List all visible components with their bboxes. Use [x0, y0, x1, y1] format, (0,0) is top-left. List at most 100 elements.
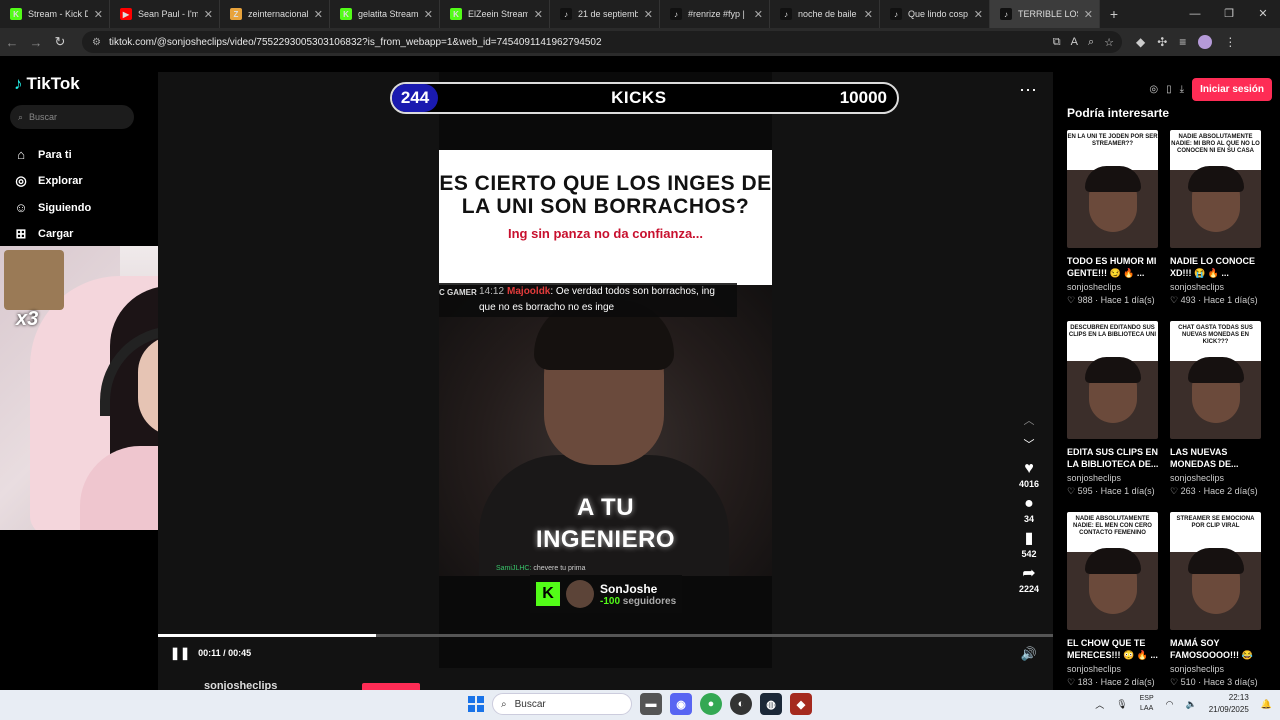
nav-item[interactable]: ☺ Siguiendo — [14, 200, 91, 215]
video-thumbnail[interactable]: NADIE ABSOLUTAMENTE NADIE: EL MEN CON CE… — [1067, 512, 1158, 630]
new-tab-button[interactable]: + — [1100, 6, 1128, 22]
back-icon[interactable]: ← — [0, 35, 24, 50]
browser-tab[interactable]: Kgelatita Stream - Kick ✕ — [330, 0, 440, 28]
recommended-video-card[interactable]: STREAMER SE EMOCIONA POR CLIP VIRAL MAMÁ … — [1170, 512, 1262, 688]
windows-start-icon[interactable] — [468, 696, 484, 712]
nav-item[interactable]: ◎ Explorar — [14, 173, 82, 189]
puzzle-icon[interactable]: ✣ — [1157, 35, 1167, 49]
steam-icon[interactable]: ◍ — [760, 693, 782, 715]
card-username[interactable]: sonjosheclips — [1067, 282, 1159, 292]
card-username[interactable]: sonjosheclips — [1067, 664, 1159, 674]
card-username[interactable]: sonjosheclips — [1067, 473, 1159, 483]
language-indicator[interactable]: ESP LAA — [1140, 694, 1154, 714]
chevron-up-icon[interactable]: ︿ — [1024, 412, 1035, 428]
zoom-icon[interactable]: ⌕ — [1088, 36, 1094, 49]
obs-icon[interactable]: ◐ — [730, 693, 752, 715]
tiktok-logo[interactable]: ♪ TikTok — [14, 74, 80, 94]
wifi-icon[interactable]: ◠ — [1166, 699, 1174, 710]
card-title[interactable]: MAMÁ SOY FAMOSOOOO!!! 😂 ... — [1170, 637, 1262, 661]
close-window-icon[interactable]: ✕ — [1246, 0, 1280, 28]
download-icon[interactable]: ⤓ — [1180, 84, 1184, 95]
share-button[interactable]: ➦ 2224 — [1019, 565, 1039, 594]
tab-close-icon[interactable]: ✕ — [94, 8, 103, 21]
taskbar-search[interactable]: ⌕ Buscar — [492, 693, 632, 715]
chrome-icon[interactable]: ● — [700, 693, 722, 715]
progress-bar[interactable] — [158, 634, 1053, 637]
video-thumbnail[interactable]: NADIE ABSOLUTAMENTE NADIE: MI BRO AL QUE… — [1170, 130, 1261, 248]
browser-tab[interactable]: ♪ noche de baile 💃 ✕ — [770, 0, 880, 28]
card-username[interactable]: sonjosheclips — [1170, 282, 1262, 292]
menu-dots-icon[interactable]: ⋮ — [1224, 35, 1236, 49]
nav-item[interactable]: ⊞ Cargar — [14, 226, 74, 242]
card-title[interactable]: EDITA SUS CLIPS EN LA BIBLIOTECA DE... — [1067, 446, 1159, 470]
speaker-icon[interactable]: 🔈 — [1186, 699, 1197, 710]
browser-tab[interactable]: ▶ Sean Paul - I'm Still ✕ — [110, 0, 220, 28]
bookmark-star-icon[interactable]: ☆ — [1104, 36, 1114, 49]
browser-tab[interactable]: Zzeinternacional | Ki ✕ — [220, 0, 330, 28]
card-username[interactable]: sonjosheclips — [1170, 664, 1262, 674]
comment-button[interactable]: ● 34 — [1024, 495, 1034, 524]
microphone-icon[interactable]: 🎙 — [1116, 699, 1127, 710]
recommended-video-card[interactable]: NADIE ABSOLUTAMENTE NADIE: EL MEN CON CE… — [1067, 512, 1159, 688]
card-likes: 493 — [1180, 295, 1196, 305]
translate-icon[interactable]: A — [1071, 36, 1078, 49]
card-title[interactable]: NADIE LO CONOCE XD!!! 😭 🔥 ... — [1170, 255, 1262, 279]
video-player[interactable]: 244 KICKS 10000 ⋯ ES CIERTO QUE LOS INGE… — [158, 72, 1053, 693]
tab-close-icon[interactable]: ✕ — [864, 8, 873, 21]
volume-icon[interactable]: 🔊 — [1021, 646, 1037, 662]
like-button[interactable]: ♥ 4016 — [1019, 460, 1039, 489]
recommended-video-card[interactable]: DESCUBREN EDITANDO SUS CLIPS EN LA BIBLI… — [1067, 321, 1159, 497]
tab-close-icon[interactable]: ✕ — [754, 8, 763, 21]
nav-item[interactable]: ⌂ Para ti — [14, 147, 72, 162]
card-title[interactable]: LAS NUEVAS MONEDAS DE... — [1170, 446, 1262, 470]
browser-tab[interactable]: ♪ 21 de septiembre ✕ — [550, 0, 660, 28]
more-options-icon[interactable]: ⋯ — [1019, 80, 1037, 101]
minimize-icon[interactable]: — — [1178, 0, 1212, 28]
address-bar[interactable]: ⚙ tiktok.com/@sonjosheclips/video/755229… — [82, 31, 1122, 53]
tab-close-icon[interactable]: ✕ — [974, 8, 983, 21]
video-thumbnail[interactable]: STREAMER SE EMOCIONA POR CLIP VIRAL — [1170, 512, 1261, 630]
maximize-icon[interactable]: ❐ — [1212, 0, 1246, 28]
site-info-icon[interactable]: ⚙ — [92, 37, 101, 48]
device-icon[interactable]: ▯ — [1166, 84, 1172, 95]
notifications-icon[interactable]: 🔔 — [1261, 699, 1272, 710]
video-thumbnail[interactable]: EN LA UNI TE JODEN POR SER STREAMER?? — [1067, 130, 1158, 248]
tab-close-icon[interactable]: ✕ — [314, 8, 323, 21]
dota-icon[interactable]: ◆ — [790, 693, 812, 715]
login-button[interactable]: Iniciar sesión — [1192, 78, 1272, 101]
search-input[interactable]: ⌕ Buscar — [10, 105, 134, 129]
extension-icon[interactable]: ◆ — [1136, 35, 1145, 49]
reload-icon[interactable]: ↻ — [48, 34, 72, 50]
tab-close-icon[interactable]: ✕ — [424, 8, 433, 21]
browser-tab[interactable]: K Stream - Kick Dash ✕ — [0, 0, 110, 28]
coins-icon[interactable]: ◎ — [1149, 84, 1158, 95]
action-column: ︿ ﹀ ♥ 4016 ● 34 ▮ 542 ➦ 2224 — [1010, 412, 1048, 600]
browser-tab[interactable]: ♪ #renrize #fyp | ren ✕ — [660, 0, 770, 28]
video-thumbnail[interactable]: CHAT GASTA TODAS SUS NUEVAS MONEDAS EN K… — [1170, 321, 1261, 439]
video-thumbnail[interactable]: DESCUBREN EDITANDO SUS CLIPS EN LA BIBLI… — [1067, 321, 1158, 439]
tab-close-icon[interactable]: ✕ — [644, 8, 653, 21]
discord-icon[interactable]: ◉ — [670, 693, 692, 715]
media-icon[interactable]: ≡ — [1179, 35, 1186, 49]
profile-avatar[interactable] — [1198, 35, 1213, 49]
browser-tab[interactable]: ♪ TERRIBLE LOS ✕ — [990, 0, 1100, 28]
tray-overflow-icon[interactable]: ︿ — [1095, 698, 1104, 711]
install-icon[interactable]: ⧉ — [1053, 36, 1061, 49]
forward-icon[interactable]: → — [24, 35, 48, 50]
chevron-down-icon[interactable]: ﹀ — [1024, 436, 1035, 452]
recommended-video-card[interactable]: CHAT GASTA TODAS SUS NUEVAS MONEDAS EN K… — [1170, 321, 1262, 497]
tab-close-icon[interactable]: ✕ — [534, 8, 543, 21]
recommended-video-card[interactable]: EN LA UNI TE JODEN POR SER STREAMER?? TOD… — [1067, 130, 1159, 306]
save-button[interactable]: ▮ 542 — [1021, 530, 1036, 559]
browser-tab[interactable]: ♪ Que lindo cosplay ✕ — [880, 0, 990, 28]
pause-icon[interactable]: ❚❚ — [170, 646, 190, 660]
recommended-video-card[interactable]: NADIE ABSOLUTAMENTE NADIE: MI BRO AL QUE… — [1170, 130, 1262, 306]
card-title[interactable]: TODO ES HUMOR MI GENTE!!! 😏 🔥 ... — [1067, 255, 1159, 279]
card-username[interactable]: sonjosheclips — [1170, 473, 1262, 483]
tab-close-icon[interactable]: ✕ — [1084, 8, 1093, 21]
clock[interactable]: 22:13 21/09/2025 — [1209, 692, 1249, 716]
file-explorer-icon[interactable]: ▬ — [640, 693, 662, 715]
tab-close-icon[interactable]: ✕ — [204, 8, 213, 21]
browser-tab[interactable]: K ElZeein Stream - Kick ✕ — [440, 0, 550, 28]
card-title[interactable]: EL CHOW QUE TE MERECES!!! 😳 🔥 ... — [1067, 637, 1159, 661]
